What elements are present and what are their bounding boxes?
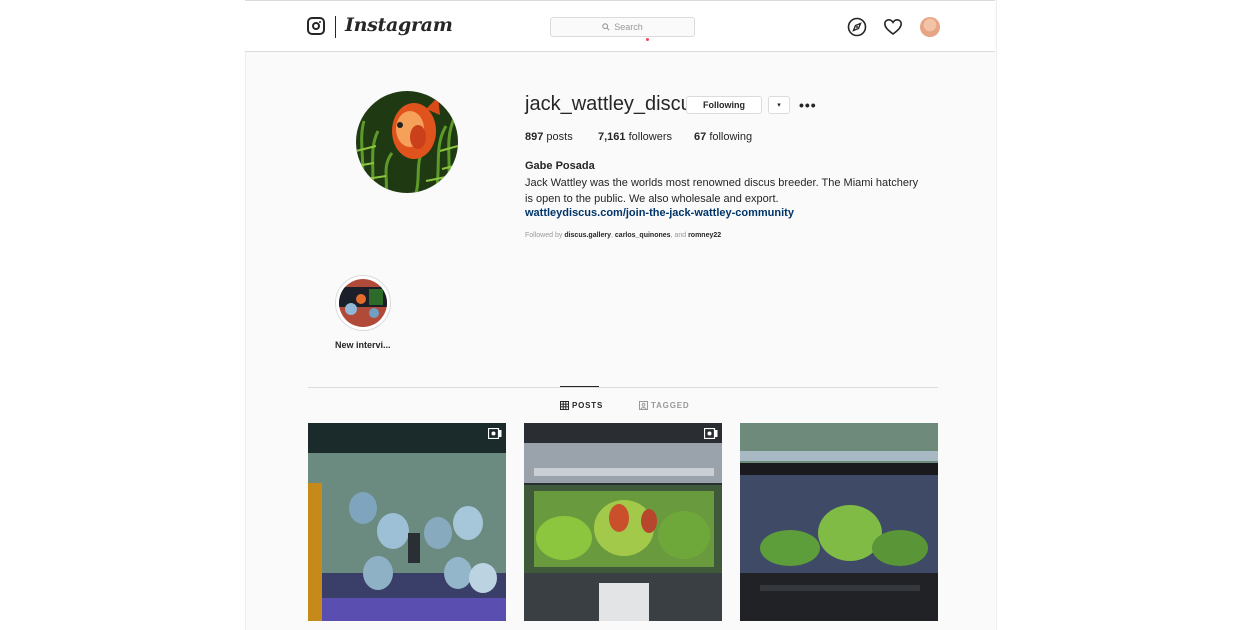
search-icon [602, 23, 610, 31]
heart-icon[interactable] [883, 17, 903, 37]
video-post-icon [704, 428, 718, 439]
active-tab-indicator [560, 386, 599, 387]
story-highlight-label: New intervi... [335, 340, 391, 350]
posts-stat: 897 posts [525, 131, 573, 143]
post-thumbnail[interactable] [740, 423, 938, 621]
followers-count: 7,161 [598, 131, 626, 143]
followed-by-text[interactable]: Followed by discus.gallery, carlos_quino… [525, 232, 721, 239]
profile-website-link[interactable]: wattleydiscus.com/join-the-jack-wattley-… [525, 207, 794, 219]
search-placeholder: Search [614, 22, 643, 32]
grid-icon [560, 401, 569, 410]
suggestions-dropdown-button[interactable]: ▾ [768, 96, 790, 114]
followers-label: followers [628, 131, 672, 143]
tab-posts[interactable]: POSTS [560, 401, 603, 410]
notification-dot [646, 38, 649, 41]
posts-count: 897 [525, 131, 544, 143]
followers-stat[interactable]: 7,161 followers [598, 131, 672, 143]
instagram-glyph-icon[interactable] [307, 17, 325, 35]
instagram-wordmark[interactable]: Instagram [345, 14, 453, 36]
profile-picture[interactable] [356, 91, 458, 193]
story-highlight-cover[interactable] [339, 279, 387, 327]
search-input[interactable]: Search [550, 17, 695, 37]
following-button[interactable]: Following [686, 96, 762, 114]
logo-divider [335, 16, 336, 38]
following-count: 67 [694, 131, 707, 143]
post-thumbnail[interactable] [524, 423, 722, 621]
video-post-icon [488, 428, 502, 439]
tabs-divider [308, 387, 938, 388]
tab-posts-label: POSTS [572, 401, 604, 410]
post-thumbnail[interactable] [308, 423, 506, 621]
tab-tagged[interactable]: TAGGED [639, 401, 689, 410]
followed-by-and: and [674, 232, 687, 239]
profile-bio: Jack Wattley was the worlds most renowne… [525, 177, 919, 205]
explore-compass-icon[interactable] [847, 17, 867, 37]
profile-username: jack_wattley_discus [525, 93, 702, 115]
tab-tagged-label: TAGGED [651, 401, 690, 410]
top-navigation-bar: Instagram Search [245, 0, 995, 52]
more-options-icon[interactable]: ••• [799, 97, 817, 113]
following-label: following [709, 131, 753, 143]
followed-by-user[interactable]: carlos_quinones [615, 232, 671, 239]
following-stat[interactable]: 67 following [694, 131, 752, 143]
followed-by-user[interactable]: romney22 [688, 232, 721, 239]
posts-label: posts [546, 131, 573, 143]
tagged-icon [639, 401, 648, 410]
profile-full-name: Gabe Posada [525, 160, 595, 172]
followed-by-user[interactable]: discus.gallery [564, 232, 611, 239]
profile-avatar[interactable] [920, 17, 940, 37]
followed-by-prefix: Followed by [525, 232, 563, 239]
